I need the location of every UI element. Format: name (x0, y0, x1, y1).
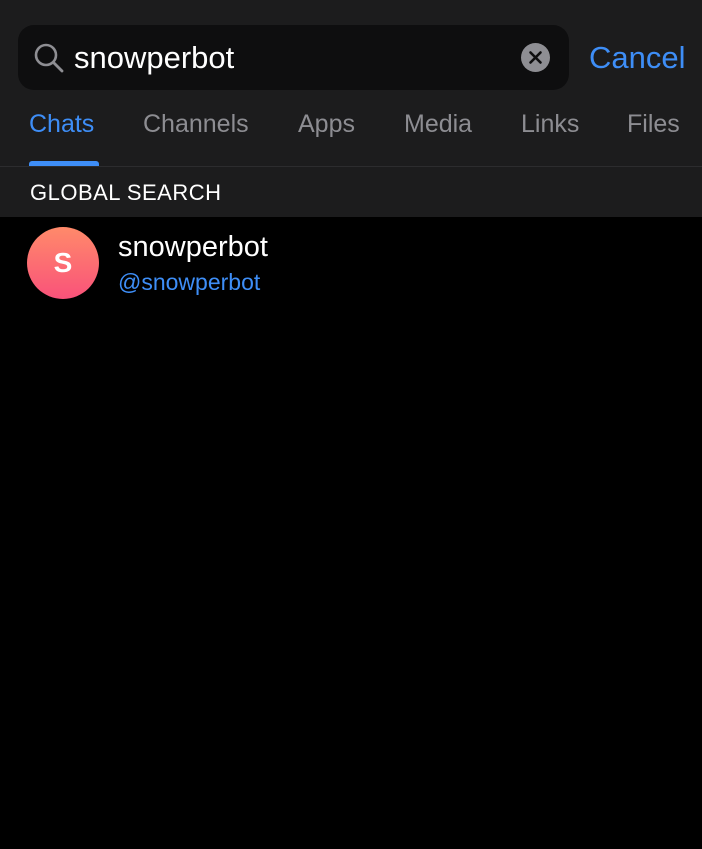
avatar-initial: S (53, 247, 73, 278)
search-header: Cancel Chats Channels Apps Media Links F… (0, 0, 702, 167)
search-field[interactable] (18, 25, 569, 90)
result-username: @snowperbot (118, 269, 261, 295)
tab-media[interactable]: Media (404, 110, 472, 139)
search-tabs: Chats Channels Apps Media Links Files (0, 100, 702, 167)
search-bar: Cancel (18, 25, 686, 90)
section-header: GLOBAL SEARCH (0, 167, 702, 217)
result-name: snowperbot (118, 231, 268, 263)
clear-search-button[interactable] (521, 43, 550, 72)
close-icon (529, 51, 542, 64)
tab-links[interactable]: Links (521, 110, 579, 139)
tab-chats[interactable]: Chats (29, 110, 94, 139)
cancel-button[interactable]: Cancel (589, 25, 686, 90)
section-title: GLOBAL SEARCH (30, 180, 222, 205)
tab-files[interactable]: Files (627, 110, 680, 139)
tab-apps[interactable]: Apps (298, 110, 355, 139)
tab-channels[interactable]: Channels (143, 110, 249, 139)
avatar: S (27, 227, 99, 299)
search-result-row[interactable]: S snowperbot @snowperbot (0, 217, 702, 309)
search-icon (33, 42, 65, 74)
search-input[interactable] (74, 25, 514, 90)
